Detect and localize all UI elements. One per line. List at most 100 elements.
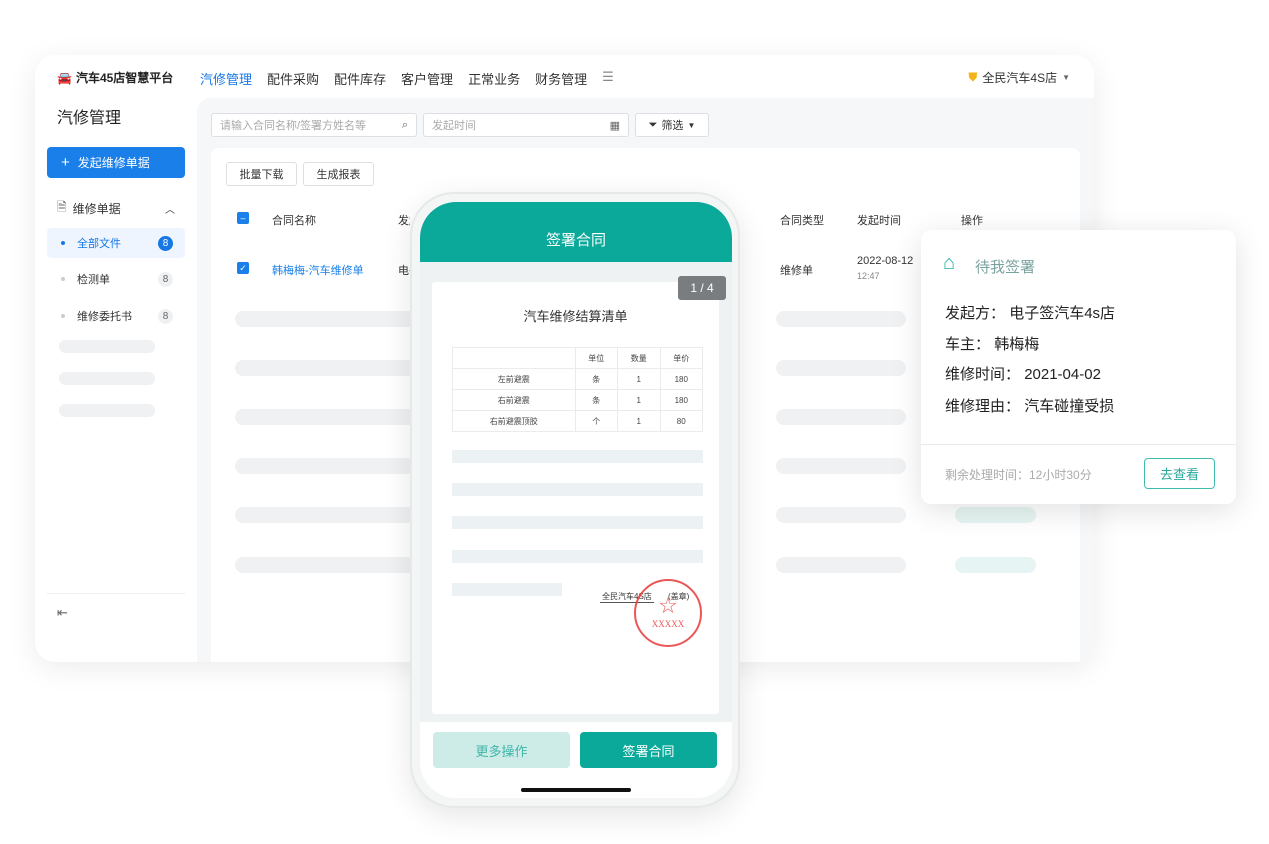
skeleton-row (776, 458, 906, 474)
search-icon: ⌕ (401, 118, 408, 131)
col-header: 发起方 (398, 215, 410, 227)
field-repair-time: 维修时间： 2021-04-02 (945, 366, 1101, 383)
skeleton (452, 583, 562, 596)
skeleton-row (235, 409, 415, 425)
skeleton-row (776, 507, 906, 523)
skeleton-row (776, 360, 906, 376)
plus-icon: + (61, 154, 70, 171)
field-initiator: 发起方： 电子签汽车4s店 (945, 305, 1116, 322)
filter-icon: ⏷ (648, 118, 658, 131)
nav-item[interactable]: 客户管理 (401, 69, 453, 88)
skeleton-row (776, 557, 906, 573)
home-indicator (521, 788, 631, 792)
more-actions-button[interactable]: 更多操作 (433, 732, 570, 768)
sidebar-item-inspection[interactable]: 检测单 8 (47, 264, 185, 294)
type-cell: 维修单 (780, 265, 813, 277)
col-header: 操作 (961, 215, 983, 227)
skeleton (452, 516, 703, 529)
field-repair-reason: 维修理由： 汽车碰撞受损 (945, 398, 1115, 415)
skeleton (59, 340, 155, 353)
skeleton-action (955, 557, 1036, 573)
nav-item[interactable]: 配件采购 (267, 69, 319, 88)
report-button[interactable]: 生成报表 (303, 162, 374, 186)
star-icon: ☆ (658, 593, 678, 618)
skeleton (59, 372, 155, 385)
chevron-up-icon: ︿ (165, 205, 175, 216)
phone-title: 签署合同 (420, 202, 732, 262)
doc-table-row: 左前避震条 1 180 (452, 368, 703, 390)
sidebar-item-commission[interactable]: 维修委托书 8 (47, 301, 185, 331)
skeleton (452, 483, 703, 496)
sidebar-title: 汽修管理 (57, 110, 122, 127)
card-title: 待我签署 (975, 259, 1036, 276)
caret-down-icon: ▼ (1062, 73, 1070, 82)
field-owner: 车主： 韩梅梅 (945, 336, 1040, 353)
skeleton-row (235, 507, 415, 523)
top-nav: 汽修管理 配件采购 配件库存 客户管理 正常业务 财务管理 ☰ (200, 69, 614, 88)
shield-icon: ⛊ (968, 70, 978, 84)
doc-table: 单位 数量 单价 左前避震条 1 180 右前避震条 1 180 右前避震顶胶个 1 80 (452, 347, 703, 432)
document-preview: 汽车维修结算清单 单位 数量 单价 左前避震条 1 180 右前避震条 1 180 右前避震… (432, 282, 719, 714)
shop-selector[interactable]: ⛊ 全民汽车4S店 ▼ (968, 69, 1070, 86)
company-seal: ☆ XXXXX (634, 579, 702, 647)
row-checkbox[interactable]: ✓ (237, 262, 249, 274)
dot (61, 314, 65, 318)
sidebar-item-all[interactable]: 全部文件 8 (47, 228, 185, 258)
menu-icon[interactable]: ☰ (602, 69, 614, 88)
doc-table-row: 右前避震条 1 180 (452, 389, 703, 411)
phone-mockup: 签署合同 汽车维修结算清单 单位 数量 单价 左前避震条 1 180 右前避震条 1 180… (410, 192, 740, 808)
new-repair-button[interactable]: + 发起维修单据 (47, 147, 185, 178)
document-icon: 🗎 (57, 200, 67, 214)
skeleton-row (235, 311, 415, 327)
date-input[interactable]: 发起时间 ▦ (423, 113, 629, 137)
skeleton-row (776, 409, 906, 425)
calendar-icon: ▦ (609, 119, 620, 132)
time-cell: 12:47 (857, 271, 880, 281)
dot (61, 277, 65, 281)
batch-download-button[interactable]: 批量下载 (226, 162, 297, 186)
collapse-icon[interactable]: ⇤ (57, 605, 68, 621)
dot (61, 241, 65, 245)
skeleton-row (235, 557, 415, 573)
caret-down-icon: ▼ (687, 120, 696, 130)
doc-table-header: 单位 数量 单价 (452, 347, 703, 369)
seal-text: XXXXX (651, 619, 685, 629)
col-header: 合同类型 (780, 215, 824, 227)
sidebar-group[interactable]: 🗎 维修单据 ︿ (57, 198, 175, 219)
pending-sign-card: ⌂ 待我签署 发起方： 电子签汽车4s店 车主： 韩梅梅 维修时间： 2021-… (921, 230, 1236, 504)
app-logo[interactable]: 🚘 汽车45店智慧平台 (57, 69, 173, 86)
skeleton-action (955, 507, 1036, 523)
nav-item[interactable]: 配件库存 (334, 69, 386, 88)
skeleton (452, 450, 703, 463)
remaining-time: 剩余处理时间：12小时30分 (945, 468, 1092, 482)
nav-item[interactable]: 汽修管理 (200, 69, 252, 88)
divider (921, 444, 1236, 445)
page-indicator: 1 / 4 (678, 276, 726, 300)
phone-screen: 签署合同 汽车维修结算清单 单位 数量 单价 左前避震条 1 180 右前避震条 1 180… (420, 202, 732, 798)
view-button[interactable]: 去查看 (1144, 458, 1215, 489)
divider (47, 593, 185, 594)
nav-item[interactable]: 财务管理 (535, 69, 587, 88)
col-header: 合同名称 (272, 215, 316, 227)
contract-link[interactable]: 韩梅梅-汽车维修单 (272, 262, 364, 278)
doc-table-row: 右前避震顶胶个 1 80 (452, 410, 703, 432)
filter-button[interactable]: ⏷ 筛选 ▼ (635, 113, 709, 137)
search-input[interactable]: 请输入合同名称/签署方姓名等 ⌕ (211, 113, 417, 137)
select-all-checkbox[interactable]: – (237, 212, 249, 224)
doc-title: 汽车维修结算清单 (523, 309, 628, 324)
count-badge: 8 (158, 235, 173, 251)
nav-item[interactable]: 正常业务 (468, 69, 520, 88)
skeleton-row (235, 458, 415, 474)
car-icon: 🚘 (57, 70, 72, 85)
count-badge: 8 (158, 308, 173, 324)
skeleton (452, 550, 703, 563)
skeleton-row (776, 311, 906, 327)
skeleton (59, 404, 155, 417)
house-key-icon: ⌂ (943, 252, 956, 274)
skeleton-row (235, 360, 415, 376)
sign-contract-button[interactable]: 签署合同 (580, 732, 717, 768)
initiator-cell: 电子签汽车4s店 (398, 265, 410, 277)
col-header: 发起时间 (857, 215, 901, 227)
date-cell: 2022-08-12 (857, 255, 914, 267)
count-badge: 8 (158, 271, 173, 287)
